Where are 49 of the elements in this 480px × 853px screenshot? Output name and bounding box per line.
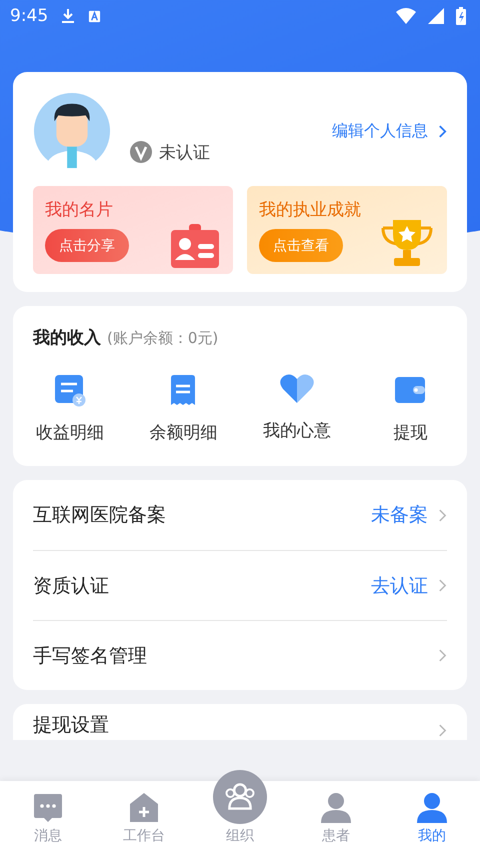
promo-card[interactable]: 我的名片 点击分享 (33, 186, 233, 274)
income-shortcut[interactable]: 提现 (354, 373, 467, 444)
promo-title: 我的执业成就 (259, 199, 361, 221)
chevron-right-icon (438, 578, 447, 593)
settings-label: 互联网医院备案 (33, 503, 166, 528)
id-card-icon (171, 224, 219, 268)
promo-card[interactable]: 我的执业成就 点击查看 (247, 186, 447, 274)
income-title: 我的收入 (33, 327, 101, 349)
income-shortcut[interactable]: 我的心意 (240, 373, 354, 444)
promo-title: 我的名片 (45, 199, 113, 221)
keyboard-icon (88, 10, 102, 22)
trophy-icon (381, 220, 433, 268)
nav-tab[interactable]: 我的 (384, 781, 480, 853)
heart-icon (278, 373, 315, 405)
settings-label: 资质认证 (33, 574, 109, 598)
nav-tab[interactable]: 组织 (192, 755, 288, 853)
chat-icon (32, 792, 64, 824)
promo-button[interactable]: 点击分享 (45, 229, 129, 262)
income-shortcut[interactable]: 余额明细 (126, 373, 240, 444)
nav-tab[interactable]: 消息 (0, 781, 96, 853)
house-plus-icon (128, 792, 160, 824)
chevron-right-icon (438, 648, 447, 663)
promo-button[interactable]: 点击查看 (259, 229, 343, 262)
signal-icon (428, 8, 444, 24)
chevron-right-icon (438, 124, 447, 138)
settings-row[interactable]: 手写签名管理 (33, 620, 447, 690)
account-balance: (账户余额：0元) (107, 329, 218, 348)
settings-row[interactable]: 提现设置 (33, 704, 447, 740)
edit-profile-link[interactable]: 编辑个人信息 (332, 120, 447, 142)
verification-badge-icon (129, 140, 153, 164)
person-icon (320, 792, 352, 824)
verification-status: 未认证 (159, 142, 210, 164)
battery-icon (456, 7, 466, 25)
income-shortcut[interactable]: 收益明细 (13, 373, 126, 444)
chevron-right-icon (438, 508, 447, 522)
settings-row[interactable]: 资质认证 去认证 (33, 550, 447, 620)
chevron-right-icon (438, 723, 447, 738)
status-time: 9:45 (10, 6, 48, 26)
settings-row[interactable]: 互联网医院备案 未备案 (33, 480, 447, 550)
nav-tab[interactable]: 工作台 (96, 781, 192, 853)
wifi-icon (396, 8, 416, 24)
download-icon (60, 8, 76, 24)
settings-label: 提现设置 (33, 713, 109, 738)
bill-icon (52, 373, 87, 407)
nav-tab[interactable]: 患者 (288, 781, 384, 853)
settings-status: 未备案 (371, 503, 428, 528)
settings-label: 手写签名管理 (33, 644, 147, 668)
person-icon (416, 792, 448, 824)
settings-status: 去认证 (371, 574, 428, 598)
